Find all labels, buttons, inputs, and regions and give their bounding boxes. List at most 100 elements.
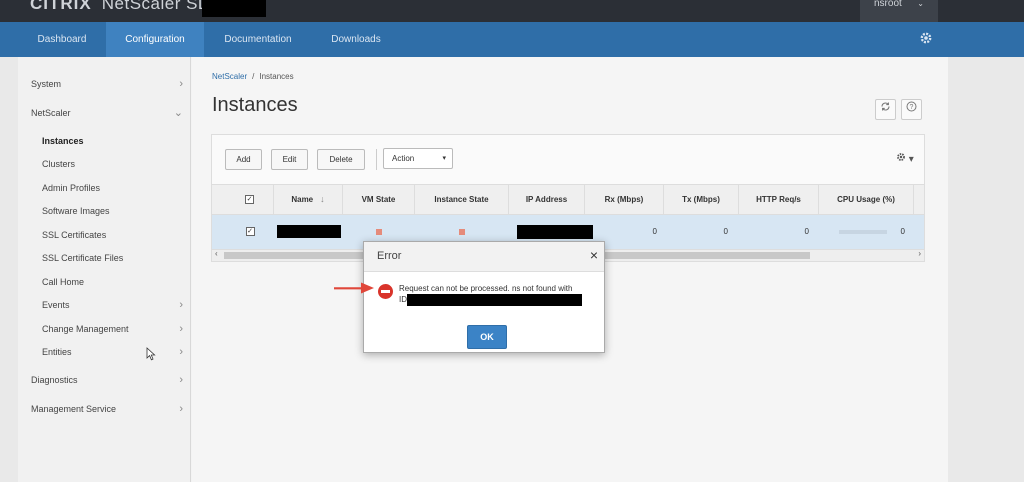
sidebar-item-label: Instances — [42, 136, 84, 146]
dialog-title: Error — [377, 250, 402, 262]
dialog-header: Error × — [364, 242, 604, 272]
sidebar-item-software-images[interactable]: Software Images — [18, 201, 191, 221]
chevron-right-icon: › — [179, 323, 183, 335]
http-req-cell: 0 — [804, 227, 809, 236]
sidebar-item-label: Events — [42, 300, 70, 310]
col-instance-state[interactable]: Instance State — [415, 184, 509, 215]
refresh-button[interactable] — [875, 99, 896, 120]
redacted-instance-name — [276, 225, 341, 239]
tab-documentation[interactable]: Documentation — [208, 22, 308, 57]
chevron-right-icon: › — [179, 403, 183, 415]
chevron-right-icon: › — [179, 299, 183, 311]
help-button[interactable]: ? — [901, 99, 922, 120]
chevron-right-icon: › — [179, 374, 183, 386]
sidebar-item-diagnostics[interactable]: Diagnostics › — [18, 370, 191, 390]
main-nav: Dashboard Configuration Documentation Do… — [0, 22, 1024, 57]
sidebar-item-label: Software Images — [42, 206, 110, 216]
sidebar-item-label: Clusters — [42, 159, 76, 169]
redacted-ip-address — [517, 224, 593, 239]
vm-state-indicator — [376, 228, 382, 235]
instance-name-cell — [274, 215, 343, 249]
select-all-checkbox[interactable]: ✓ — [245, 195, 254, 205]
username: nsroot — [874, 0, 902, 9]
sidebar-item-admin-profiles[interactable]: Admin Profiles — [18, 178, 191, 198]
col-name-label: Name — [291, 195, 314, 204]
sidebar-item-label: SSL Certificate Files — [42, 253, 124, 263]
instance-state-indicator — [459, 228, 465, 235]
sidebar-item-ssl-certificate-files[interactable]: SSL Certificate Files — [18, 248, 191, 268]
sidebar-item-label: Entities — [42, 347, 72, 357]
caret-down-icon: ▾ — [442, 155, 446, 162]
user-menu[interactable]: nsroot ⌄ — [860, 0, 938, 22]
add-button[interactable]: Add — [225, 149, 262, 170]
error-dialog: Error × Request can not be processed. ns… — [363, 241, 605, 353]
sidebar-item-management-service[interactable]: Management Service › — [18, 399, 191, 419]
sidebar-item-label: Call Home — [42, 277, 85, 287]
ok-button[interactable]: OK — [467, 325, 507, 349]
row-checkbox[interactable]: ✓ — [245, 227, 255, 237]
sidebar-item-call-home[interactable]: Call Home — [18, 272, 191, 292]
col-tx[interactable]: Tx (Mbps) — [664, 184, 739, 215]
sidebar-item-events[interactable]: Events › — [18, 295, 191, 315]
sidebar-item-change-management[interactable]: Change Management › — [18, 319, 191, 339]
col-http-req[interactable]: HTTP Req/s — [739, 184, 819, 215]
top-header: CITRIX NetScaler SDX nsroot ⌄ — [0, 0, 1024, 22]
sidebar-item-label: SSL Certificates — [42, 230, 107, 240]
redacted-id — [407, 294, 582, 306]
tab-downloads[interactable]: Downloads — [318, 22, 394, 57]
annotation-arrow-icon — [333, 280, 377, 296]
toolbar-divider — [376, 149, 377, 170]
col-vm-state[interactable]: VM State — [343, 184, 415, 215]
action-dropdown[interactable]: Action ▾ — [383, 148, 453, 169]
sidebar-item-netscaler[interactable]: NetScaler ⌄ — [18, 103, 191, 123]
sidebar-item-ssl-certificates[interactable]: SSL Certificates — [18, 225, 191, 245]
col-cpu-usage[interactable]: CPU Usage (%) — [819, 184, 914, 215]
error-icon — [378, 284, 393, 299]
cpu-usage-bar — [838, 229, 887, 234]
grid-settings-button[interactable]: ▾ — [896, 152, 914, 165]
scroll-right-icon[interactable]: › — [918, 249, 921, 258]
edit-button[interactable]: Edit — [271, 149, 308, 170]
row-select-cell: ✓ — [226, 215, 274, 249]
redacted-hostname — [202, 0, 266, 17]
breadcrumb-root-link[interactable]: NetScaler — [212, 72, 247, 81]
refresh-icon — [880, 102, 891, 115]
sidebar-item-entities[interactable]: Entities › — [18, 342, 191, 362]
gear-icon[interactable] — [919, 31, 933, 45]
cpu-usage-value: 0 — [900, 227, 905, 236]
sidebar-item-system[interactable]: System › — [18, 74, 191, 94]
chevron-down-icon: ⌄ — [173, 107, 183, 119]
chevron-down-icon: ⌄ — [917, 0, 924, 8]
tab-configuration[interactable]: Configuration — [106, 22, 204, 57]
page-title: Instances — [212, 94, 298, 116]
gear-icon — [896, 153, 906, 165]
cpu-usage-cell: 0 — [819, 215, 905, 249]
dialog-message-line2: ID — [399, 295, 407, 305]
close-icon[interactable]: × — [590, 248, 598, 262]
breadcrumb-current: Instances — [259, 72, 294, 81]
col-ip-address[interactable]: IP Address — [509, 184, 585, 215]
caret-down-icon: ▾ — [908, 154, 914, 165]
breadcrumb-separator: / — [252, 72, 255, 81]
col-name[interactable]: Name ↓ — [274, 184, 343, 215]
col-rx[interactable]: Rx (Mbps) — [585, 184, 664, 215]
tx-cell: 0 — [723, 227, 728, 236]
scroll-left-icon[interactable]: ‹ — [215, 249, 218, 258]
sidebar-item-label: Management Service — [31, 404, 117, 414]
delete-button[interactable]: Delete — [317, 149, 365, 170]
sidebar-item-instances[interactable]: Instances — [18, 131, 191, 151]
help-icon: ? — [906, 101, 917, 115]
sidebar-item-clusters[interactable]: Clusters — [18, 154, 191, 174]
tab-dashboard[interactable]: Dashboard — [18, 22, 106, 57]
citrix-logo: CITRIX — [30, 0, 92, 13]
dialog-message: Request can not be processed. ns not fou… — [399, 283, 599, 306]
sidebar-item-label: System — [31, 79, 62, 89]
breadcrumb: NetScaler / Instances — [212, 72, 294, 81]
sidebar: System › NetScaler ⌄ Instances Clusters Ad… — [18, 57, 191, 482]
select-all-header: ✓ — [226, 184, 274, 215]
sidebar-item-label: Diagnostics — [31, 375, 78, 385]
sidebar-item-label: NetScaler — [31, 108, 71, 118]
chevron-right-icon: › — [179, 346, 183, 358]
sort-arrow-down-icon[interactable]: ↓ — [320, 194, 325, 204]
dialog-message-line1: Request can not be processed. ns not fou… — [399, 284, 573, 293]
